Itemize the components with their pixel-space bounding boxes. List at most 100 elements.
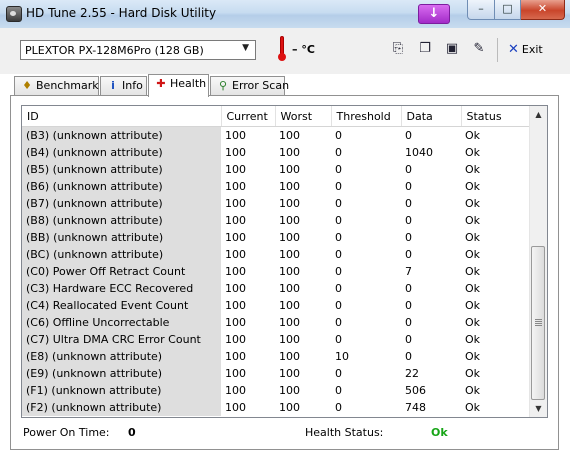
table-cell: Ok bbox=[465, 214, 481, 227]
column-header-id[interactable]: ID bbox=[22, 106, 222, 127]
table-cell: 100 bbox=[225, 265, 246, 278]
table-cell: 0 bbox=[335, 384, 342, 397]
table-row[interactable]: (B3) (unknown attribute) 100 100 0 0 Ok bbox=[22, 126, 532, 144]
table-cell: Ok bbox=[465, 333, 481, 346]
maximize-button[interactable]: □ bbox=[495, 0, 521, 20]
table-cell: Ok bbox=[465, 180, 481, 193]
table-cell: 100 bbox=[225, 214, 246, 227]
table-cell: 0 bbox=[405, 231, 412, 244]
table-cell: 22 bbox=[405, 367, 419, 380]
tab-info[interactable]: i Info bbox=[100, 76, 147, 95]
table-row[interactable]: (B8) (unknown attribute) 100 100 0 0 Ok bbox=[22, 212, 532, 229]
table-cell: (E9) (unknown attribute) bbox=[22, 365, 221, 382]
window-title: HD Tune 2.55 - Hard Disk Utility bbox=[26, 6, 217, 20]
table-cell: (B3) (unknown attribute) bbox=[22, 126, 221, 144]
drive-select[interactable]: PLEXTOR PX-128M6Pro (128 GB) ▼ bbox=[20, 40, 256, 60]
info-icon: i bbox=[111, 79, 115, 92]
table-cell: 0 bbox=[405, 163, 412, 176]
table-cell: 748 bbox=[405, 401, 426, 414]
download-button[interactable]: ↓ bbox=[418, 4, 450, 24]
window-controls: – □ ✕ bbox=[467, 0, 565, 20]
thermometer-icon bbox=[278, 36, 286, 62]
table-row[interactable]: (E9) (unknown attribute) 100 100 0 22 Ok bbox=[22, 365, 532, 382]
table-cell: 0 bbox=[335, 282, 342, 295]
magnifier-icon: ⚲ bbox=[218, 79, 228, 92]
table-row[interactable]: (C7) Ultra DMA CRC Error Count 100 100 0 0 Ok bbox=[22, 331, 532, 348]
table-cell: (F2) (unknown attribute) bbox=[22, 399, 221, 416]
table-row[interactable]: (B4) (unknown attribute) 100 100 0 1040 Ok bbox=[22, 144, 532, 161]
table-row[interactable]: (C3) Hardware ECC Recovered 100 100 0 0 Ok bbox=[22, 280, 532, 297]
save-icon[interactable]: ▣ bbox=[443, 40, 461, 58]
table-cell: 100 bbox=[279, 384, 300, 397]
health-panel: ID Current Worst Threshold Data Status (… bbox=[10, 95, 559, 450]
column-header-data[interactable]: Data bbox=[401, 106, 462, 127]
table-cell: (C3) Hardware ECC Recovered bbox=[22, 280, 221, 297]
table-row[interactable]: (F1) (unknown attribute) 100 100 0 506 Ok bbox=[22, 382, 532, 399]
table-cell: 0 bbox=[335, 299, 342, 312]
scrollbar-thumb[interactable] bbox=[531, 246, 545, 400]
table-row[interactable]: (C6) Offline Uncorrectable 100 100 0 0 Ok bbox=[22, 314, 532, 331]
table-cell: 100 bbox=[225, 401, 246, 414]
table-cell: 0 bbox=[335, 401, 342, 414]
table-cell: Ok bbox=[465, 401, 481, 414]
column-header-current[interactable]: Current bbox=[221, 106, 276, 127]
chevron-down-icon[interactable]: ▼ bbox=[242, 43, 249, 53]
gauge-icon: ♦ bbox=[22, 79, 32, 92]
tab-error-scan[interactable]: ⚲ Error Scan bbox=[210, 76, 289, 95]
column-header-status[interactable]: Status bbox=[461, 106, 533, 127]
table-cell: (B8) (unknown attribute) bbox=[22, 212, 221, 229]
scroll-down-arrow-icon[interactable]: ▼ bbox=[530, 400, 547, 417]
table-header-row: ID Current Worst Threshold Data Status bbox=[22, 106, 533, 127]
table-row[interactable]: (B7) (unknown attribute) 100 100 0 0 Ok bbox=[22, 195, 532, 212]
table-cell: (BB) (unknown attribute) bbox=[22, 229, 221, 246]
vertical-scrollbar[interactable]: ▲ ▼ bbox=[529, 106, 547, 417]
options-icon[interactable]: ✎ bbox=[470, 40, 488, 58]
column-header-worst[interactable]: Worst bbox=[275, 106, 332, 127]
table-cell: 0 bbox=[405, 282, 412, 295]
tab-health[interactable]: ✚ Health bbox=[148, 74, 209, 97]
power-on-time-value: 0 bbox=[128, 426, 136, 439]
minimize-button[interactable]: – bbox=[467, 0, 495, 20]
table-row[interactable]: (B6) (unknown attribute) 100 100 0 0 Ok bbox=[22, 178, 532, 195]
table-cell: (F1) (unknown attribute) bbox=[22, 382, 221, 399]
table-cell: (C7) Ultra DMA CRC Error Count bbox=[22, 331, 221, 348]
tab-benchmark[interactable]: ♦ Benchmark bbox=[14, 76, 99, 95]
table-cell: 100 bbox=[225, 231, 246, 244]
table-cell: 100 bbox=[279, 197, 300, 210]
smart-attribute-list[interactable]: ID Current Worst Threshold Data Status (… bbox=[21, 105, 548, 418]
column-header-threshold[interactable]: Threshold bbox=[331, 106, 402, 127]
tab-info-label: Info bbox=[122, 79, 143, 92]
table-cell: 100 bbox=[225, 350, 246, 363]
scroll-up-arrow-icon[interactable]: ▲ bbox=[530, 106, 547, 123]
table-cell: 100 bbox=[279, 299, 300, 312]
table-cell: 100 bbox=[279, 146, 300, 159]
table-cell: (C4) Reallocated Event Count bbox=[22, 297, 221, 314]
table-cell: 100 bbox=[225, 129, 246, 142]
table-cell: Ok bbox=[465, 129, 481, 142]
table-cell: Ok bbox=[465, 163, 481, 176]
copy-info-icon[interactable]: ⎘ bbox=[389, 40, 407, 58]
table-cell: 0 bbox=[405, 214, 412, 227]
table-cell: 0 bbox=[335, 265, 342, 278]
exit-button[interactable]: ✕ Exit bbox=[508, 42, 543, 57]
table-cell: (B5) (unknown attribute) bbox=[22, 161, 221, 178]
table-row[interactable]: (B5) (unknown attribute) 100 100 0 0 Ok bbox=[22, 161, 532, 178]
table-cell: Ok bbox=[465, 384, 481, 397]
table-row[interactable]: (F2) (unknown attribute) 100 100 0 748 Ok bbox=[22, 399, 532, 416]
table-cell: Ok bbox=[465, 367, 481, 380]
table-cell: 100 bbox=[279, 214, 300, 227]
close-button[interactable]: ✕ bbox=[521, 0, 565, 20]
table-cell: 0 bbox=[405, 299, 412, 312]
table-cell: 506 bbox=[405, 384, 426, 397]
app-disk-icon bbox=[6, 6, 22, 22]
copy-screenshot-icon[interactable]: ❐ bbox=[416, 40, 434, 58]
table-row[interactable]: (C4) Reallocated Event Count 100 100 0 0 Ok bbox=[22, 297, 532, 314]
table-row[interactable]: (BB) (unknown attribute) 100 100 0 0 Ok bbox=[22, 229, 532, 246]
table-row[interactable]: (C0) Power Off Retract Count 100 100 0 7 Ok bbox=[22, 263, 532, 280]
table-cell: 0 bbox=[335, 367, 342, 380]
table-cell: (BC) (unknown attribute) bbox=[22, 246, 221, 263]
table-row[interactable]: (E8) (unknown attribute) 100 100 10 0 Ok bbox=[22, 348, 532, 365]
table-row[interactable]: (BC) (unknown attribute) 100 100 0 0 Ok bbox=[22, 246, 532, 263]
table-cell: 100 bbox=[225, 197, 246, 210]
table-cell: 100 bbox=[279, 350, 300, 363]
